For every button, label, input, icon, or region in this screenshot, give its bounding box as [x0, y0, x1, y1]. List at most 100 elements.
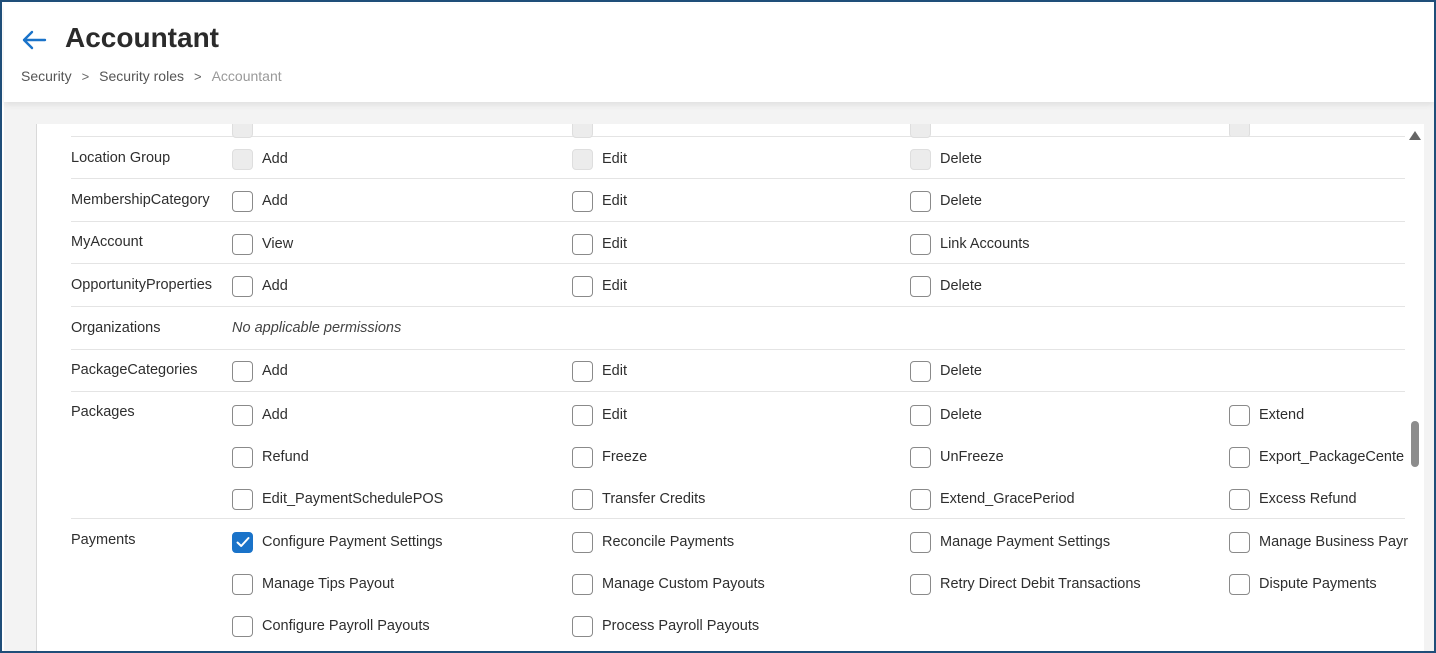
permission-option: Transfer Credits [572, 488, 705, 510]
permission-option: Reconcile Payments [572, 531, 734, 553]
permission-row: MyAccount View Edit Link Accounts [71, 222, 1405, 264]
permission-option: Add [232, 190, 288, 212]
permission-label: Add [262, 193, 288, 209]
checkbox[interactable] [572, 404, 593, 426]
permission-label: Edit [602, 278, 627, 294]
checkbox-checked[interactable] [232, 531, 253, 553]
checkbox[interactable] [910, 233, 931, 255]
permission-row-name: MyAccount [71, 234, 143, 250]
checkbox[interactable] [572, 360, 593, 382]
permission-label: Excess Refund [1259, 491, 1357, 507]
permission-option [232, 124, 253, 138]
permission-option: Edit [572, 190, 627, 212]
checkbox[interactable] [232, 446, 253, 468]
checkbox[interactable] [232, 404, 253, 426]
permission-option: UnFreeze [910, 446, 1004, 468]
permission-label: Edit [602, 363, 627, 379]
triangle-up-icon [1409, 130, 1421, 140]
scrollbar-thumb[interactable] [1411, 421, 1419, 467]
checkbox[interactable] [910, 446, 931, 468]
checkbox[interactable] [572, 488, 593, 510]
checkbox [572, 148, 593, 170]
permission-option: Manage Business Payr [1229, 531, 1408, 553]
permission-option: Dispute Payments [1229, 573, 1377, 595]
permission-option: Delete [910, 275, 982, 297]
permission-label: Reconcile Payments [602, 534, 735, 550]
back-button[interactable] [18, 24, 50, 56]
checkbox[interactable] [910, 190, 931, 212]
permission-row: Location Group Add Edit Delete [71, 137, 1405, 179]
checkbox[interactable] [1229, 573, 1250, 595]
no-permissions-text: No applicable permissions [232, 320, 402, 336]
checkbox[interactable] [910, 573, 931, 595]
permission-option: Freeze [572, 446, 647, 468]
permission-label: View [262, 236, 294, 252]
checkbox[interactable] [232, 615, 253, 637]
permission-label: Retry Direct Debit Transactions [940, 576, 1141, 592]
checkbox [910, 148, 931, 170]
permission-label: Manage Business Payr [1259, 534, 1409, 550]
permission-option: Edit [572, 148, 627, 170]
checkbox[interactable] [910, 404, 931, 426]
permission-option: Configure Payroll Payouts [232, 615, 430, 637]
breadcrumb-separator: > [193, 68, 202, 84]
permission-label: Delete [940, 407, 982, 423]
checkbox[interactable] [572, 275, 593, 297]
permission-row-name: Packages [71, 404, 135, 420]
permission-row: OpportunityProperties Add Edit Delete [71, 264, 1405, 307]
permission-label: Extend_GracePeriod [940, 491, 1075, 507]
content-area: Location Group Add Edit Delete MembershipCat… [4, 102, 1434, 651]
checkbox [910, 124, 931, 138]
permission-label: Add [262, 151, 288, 167]
page-header: Accountant Security > Security roles > A… [4, 4, 1434, 102]
permission-label: Dispute Payments [1259, 576, 1377, 592]
checkbox[interactable] [232, 233, 253, 255]
permission-column-clip: Extend Export_PackageCente Excess Refund [1229, 392, 1409, 518]
checkbox[interactable] [232, 190, 253, 212]
permission-label: Process Payroll Payouts [602, 618, 760, 634]
permission-option: Refund [232, 446, 309, 468]
permission-row-name: OpportunityProperties [71, 277, 213, 293]
checkbox[interactable] [572, 190, 593, 212]
checkbox[interactable] [572, 615, 593, 637]
checkbox[interactable] [910, 531, 931, 553]
permission-option: Configure Payment Settings [232, 531, 443, 553]
checkbox[interactable] [1229, 404, 1250, 426]
checkbox[interactable] [1229, 446, 1250, 468]
permission-label: Manage Custom Payouts [602, 576, 765, 592]
permission-option: Manage Payment Settings [910, 531, 1110, 553]
permission-label: UnFreeze [940, 449, 1004, 465]
permission-label: Edit [602, 193, 627, 209]
checkbox[interactable] [910, 488, 931, 510]
checkbox[interactable] [572, 233, 593, 255]
permission-label: Delete [940, 193, 982, 209]
checkbox[interactable] [1229, 531, 1250, 553]
permission-option: Edit_PaymentSchedulePOS [232, 488, 443, 510]
checkbox[interactable] [232, 573, 253, 595]
checkbox[interactable] [232, 275, 253, 297]
checkbox[interactable] [572, 573, 593, 595]
checkmark-icon [236, 537, 249, 547]
permission-label: Extend [1259, 407, 1305, 423]
breadcrumb-security[interactable]: Security [21, 68, 72, 84]
checkbox[interactable] [572, 531, 593, 553]
permission-label: Manage Payment Settings [940, 534, 1111, 550]
permission-label: Edit_PaymentSchedulePOS [262, 491, 444, 507]
permission-option: Excess Refund [1229, 488, 1357, 510]
permission-column-clip [1229, 124, 1409, 136]
permission-row-name: Organizations [71, 320, 161, 336]
scroll-up-button[interactable] [1408, 128, 1422, 142]
permission-row: PackageCategories Add Edit Delete [71, 350, 1405, 392]
breadcrumb-security-roles[interactable]: Security roles [99, 68, 184, 84]
permission-label: Export_PackageCente [1259, 449, 1405, 465]
breadcrumb-current: Accountant [211, 68, 282, 84]
checkbox[interactable] [1229, 488, 1250, 510]
checkbox[interactable] [232, 360, 253, 382]
checkbox[interactable] [232, 488, 253, 510]
checkbox[interactable] [910, 360, 931, 382]
checkbox [1229, 124, 1250, 136]
checkbox[interactable] [572, 446, 593, 468]
permission-label: Edit [602, 236, 627, 252]
checkbox[interactable] [910, 275, 931, 297]
checkbox [232, 148, 253, 170]
